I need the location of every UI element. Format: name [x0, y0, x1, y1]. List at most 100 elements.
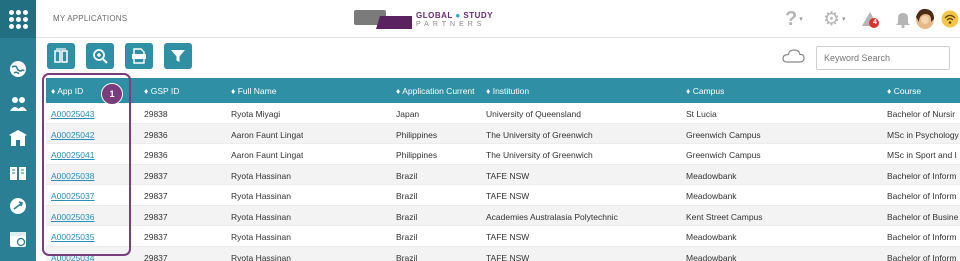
- campus-cell: Meadowbank: [686, 191, 737, 201]
- brand-logo-mark: [354, 7, 412, 31]
- col-header-application-current[interactable]: ♦ Application Current: [396, 86, 475, 96]
- course-cell: Bachelor of Inform: [887, 252, 957, 261]
- gsp-id-cell: 29837: [144, 211, 168, 222]
- col-header-full-name[interactable]: ♦ Full Name: [231, 86, 276, 96]
- course-cell: Bachelor of Busine: [887, 211, 959, 222]
- institution-cell: TAFE NSW: [486, 191, 530, 201]
- campus-cell: St Lucia: [686, 109, 717, 119]
- campus-cell: Meadowbank: [686, 232, 737, 242]
- campus-cell: Meadowbank: [686, 170, 737, 181]
- country-cell: Philippines: [396, 129, 438, 140]
- full-name-cell: Ryota Hassinan: [231, 170, 292, 181]
- campus-cell: Kent Street Campus: [686, 211, 763, 222]
- brand-line1-a: GLOBAL: [416, 10, 453, 20]
- course-cell: Bachelor of Nursir: [887, 109, 956, 119]
- course-cell: Bachelor of Inform: [887, 191, 957, 201]
- country-cell: Brazil: [396, 170, 418, 181]
- gsp-id-cell: 29837: [144, 232, 168, 242]
- gear-icon: ⚙: [823, 8, 841, 30]
- users-icon[interactable]: [7, 93, 29, 115]
- table-row: A00025034 29837 Ryota Hassinan Brazil TA…: [46, 246, 960, 261]
- brand-logo: GLOBAL ● STUDY PARTNERS: [354, 7, 493, 31]
- page-title: MY APPLICATIONS: [53, 14, 128, 23]
- apps-menu-button[interactable]: [0, 0, 36, 38]
- gsp-id-cell: 29837: [144, 252, 168, 261]
- toolbar: [36, 38, 960, 76]
- zoom-in-icon: [93, 49, 108, 64]
- table-body: A00025043 29838 Ryota Miyagi Japan Unive…: [46, 103, 960, 261]
- top-header: MY APPLICATIONS GLOBAL ● STUDY PARTNERS …: [36, 0, 960, 38]
- table-row: A00025036 29837 Ryota Hassinan Brazil Ac…: [46, 205, 960, 226]
- course-cell: Bachelor of Inform: [887, 170, 957, 181]
- col-header-campus[interactable]: ♦ Campus: [686, 86, 724, 96]
- full-name-cell: Ryota Hassinan: [231, 211, 292, 222]
- campus-cell: Greenwich Campus: [686, 150, 761, 160]
- export-csv-button[interactable]: [125, 43, 153, 69]
- cloud-icon: [781, 48, 805, 69]
- globe-icon[interactable]: [7, 58, 29, 80]
- institution-cell: TAFE NSW: [486, 252, 530, 261]
- campus-cell: Meadowbank: [686, 252, 737, 261]
- institution-cell: The University of Greenwich: [486, 129, 593, 140]
- applications-table: ♦ App ID ♦ GSP ID ♦ Full Name ♦ Applicat…: [46, 78, 960, 261]
- col-header-course[interactable]: ♦ Course: [887, 86, 960, 96]
- table-header: ♦ App ID ♦ GSP ID ♦ Full Name ♦ Applicat…: [46, 78, 960, 103]
- select-columns-button[interactable]: [47, 43, 75, 69]
- institution-cell: Academies Australasia Polytechnic: [486, 211, 618, 222]
- table-row: A00025043 29838 Ryota Miyagi Japan Unive…: [46, 103, 960, 124]
- country-cell: Brazil: [396, 191, 418, 201]
- education-icon[interactable]: [7, 127, 29, 149]
- keyword-search-input[interactable]: [816, 46, 950, 70]
- calendar-icon[interactable]: [7, 228, 29, 250]
- gsp-id-cell: 29836: [144, 129, 168, 140]
- filter-button[interactable]: [164, 43, 192, 69]
- full-name-cell: Aaron Faunt Lingat: [231, 129, 304, 140]
- app-root: MY APPLICATIONS GLOBAL ● STUDY PARTNERS …: [0, 0, 960, 261]
- wifi-badge[interactable]: [941, 8, 959, 30]
- country-cell: Japan: [396, 109, 420, 119]
- course-cell: MSc in Psychology: [887, 129, 959, 140]
- col-header-institution[interactable]: ♦ Institution: [486, 86, 529, 96]
- table-row: A00025038 29837 Ryota Hassinan Brazil TA…: [46, 164, 960, 185]
- notifications-button[interactable]: [895, 8, 911, 30]
- help-icon: ?: [785, 7, 798, 30]
- book-icon[interactable]: [7, 162, 29, 184]
- step-number-badge: 1: [101, 83, 123, 105]
- wifi-icon: [941, 10, 959, 28]
- table-row: A00025035 29837 Ryota Hassinan Brazil TA…: [46, 226, 960, 247]
- country-cell: Philippines: [396, 150, 438, 160]
- country-cell: Brazil: [396, 252, 418, 261]
- user-avatar[interactable]: [915, 8, 935, 30]
- filter-icon: [171, 50, 185, 62]
- table-row: A00025042 29836 Aaron Faunt Lingat Phili…: [46, 123, 960, 144]
- settings-menu[interactable]: ⚙ ▾: [823, 8, 846, 30]
- gsp-id-cell: 29836: [144, 150, 168, 160]
- country-cell: Brazil: [396, 211, 418, 222]
- brand-line2: PARTNERS: [416, 20, 486, 28]
- gsp-id-cell: 29838: [144, 109, 168, 119]
- help-menu[interactable]: ? ▾: [785, 8, 803, 30]
- notification-count-badge: 4: [873, 19, 877, 26]
- institution-cell: University of Queensland: [486, 109, 581, 119]
- csv-file-icon: [132, 48, 146, 64]
- columns-icon: [54, 48, 68, 63]
- avatar-icon: [916, 8, 934, 29]
- campus-cell: Greenwich Campus: [686, 129, 761, 140]
- apps-grid-icon: [8, 9, 28, 29]
- full-name-cell: Aaron Faunt Lingat: [231, 150, 304, 160]
- full-name-cell: Ryota Hassinan: [231, 252, 292, 261]
- alerts-button[interactable]: 4: [860, 8, 882, 30]
- table-row: A00025037 29837 Ryota Hassinan Brazil TA…: [46, 185, 960, 206]
- country-cell: Brazil: [396, 232, 418, 242]
- zoom-button[interactable]: [86, 43, 114, 69]
- left-nav-rail: [0, 0, 36, 261]
- gsp-id-cell: 29837: [144, 191, 168, 201]
- travel-icon[interactable]: [7, 195, 29, 217]
- institution-cell: TAFE NSW: [486, 232, 530, 242]
- course-cell: Bachelor of Inform: [887, 232, 957, 242]
- institution-cell: The University of Greenwich: [486, 150, 593, 160]
- full-name-cell: Ryota Hassinan: [231, 191, 292, 201]
- institution-cell: TAFE NSW: [486, 170, 530, 181]
- col-header-gsp-id[interactable]: ♦ GSP ID: [144, 86, 179, 96]
- chevron-down-icon: ▾: [842, 16, 846, 23]
